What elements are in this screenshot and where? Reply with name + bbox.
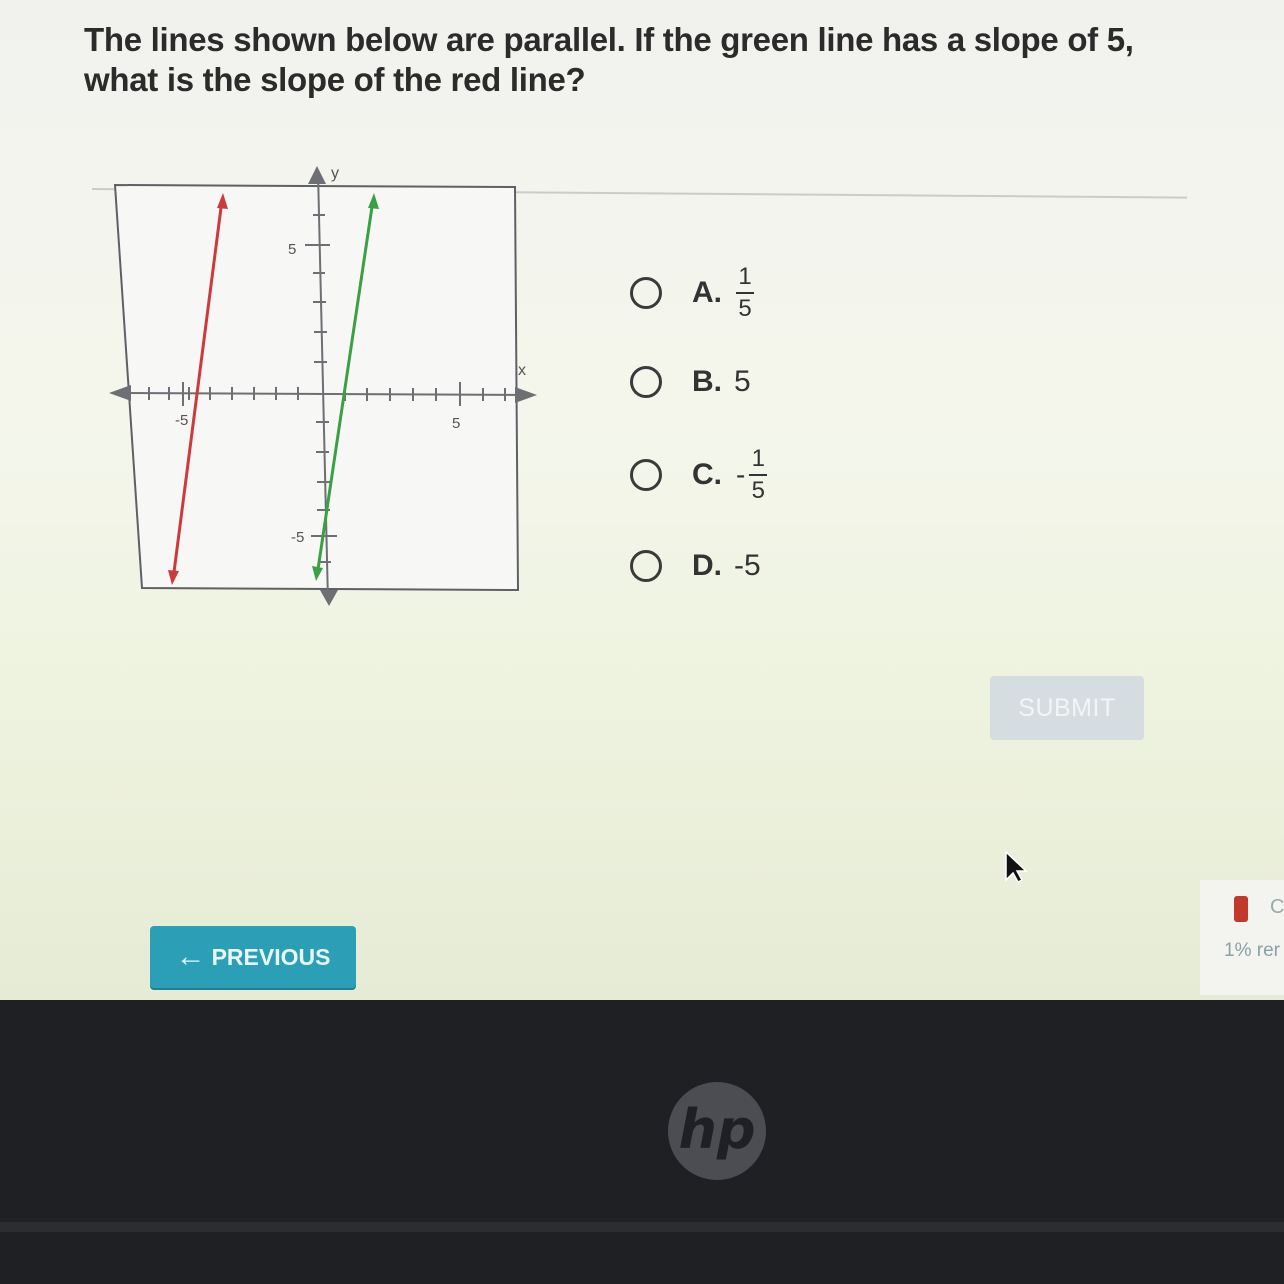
x-axis-right-arrow <box>515 387 537 403</box>
tick-label-y-neg: -5 <box>291 529 304 546</box>
tick-label-x-pos: 5 <box>452 415 460 432</box>
choice-a[interactable]: A. 1 5 <box>630 265 754 321</box>
choice-d-value: -5 <box>734 549 761 582</box>
choice-b-value: 5 <box>734 365 751 398</box>
status-panel: C 1% rer <box>1200 880 1284 995</box>
submit-button[interactable]: SUBMIT <box>990 676 1144 740</box>
y-axis-bottom-arrow <box>320 590 338 606</box>
choice-a-denominator: 5 <box>738 295 752 322</box>
warning-icon <box>1234 896 1248 922</box>
browser-screen: The lines shown below are parallel. If t… <box>0 0 1284 1000</box>
choice-c-sign: - <box>736 459 746 490</box>
choice-c[interactable]: C. - 1 5 <box>630 445 768 504</box>
choice-a-fraction: 1 5 <box>736 265 754 321</box>
radio-c[interactable] <box>630 459 662 491</box>
tick-label-y-pos: 5 <box>288 241 296 258</box>
x-axis-label: x <box>518 362 526 379</box>
choice-a-numerator: 1 <box>738 263 752 290</box>
choice-c-numerator: 1 <box>751 445 765 472</box>
choice-a-letter: A. <box>692 276 722 309</box>
radio-d[interactable] <box>630 550 662 582</box>
choice-b-letter: B. <box>692 365 722 398</box>
question-text: The lines shown below are parallel. If t… <box>84 21 1134 98</box>
y-axis-top-arrow <box>308 166 326 184</box>
x-axis-left-arrow <box>109 385 131 401</box>
choice-b[interactable]: B. 5 <box>630 365 751 399</box>
choice-c-fraction: 1 5 <box>749 445 768 504</box>
choice-d-letter: D. <box>692 549 722 582</box>
radio-b[interactable] <box>630 366 662 398</box>
choice-c-letter: C. <box>692 458 722 491</box>
status-c-text: C <box>1270 896 1284 918</box>
previous-label: PREVIOUS <box>211 943 331 970</box>
hp-logo: hp <box>668 1082 766 1180</box>
tick-label-x-neg: -5 <box>175 412 188 429</box>
progress-text: 1% rer <box>1224 940 1280 961</box>
arrow-left-icon: ← <box>175 940 206 973</box>
radio-a[interactable] <box>630 277 662 309</box>
previous-button[interactable]: ← PREVIOUS <box>150 926 356 988</box>
choice-c-denominator: 5 <box>751 477 765 504</box>
mouse-cursor-icon <box>1005 850 1028 883</box>
choice-d[interactable]: D. -5 <box>630 549 761 583</box>
laptop-bezel-edge <box>0 1222 1284 1232</box>
y-axis-label: y <box>331 165 339 182</box>
coordinate-graph: 5 -5 5 -5 y x <box>109 165 537 606</box>
